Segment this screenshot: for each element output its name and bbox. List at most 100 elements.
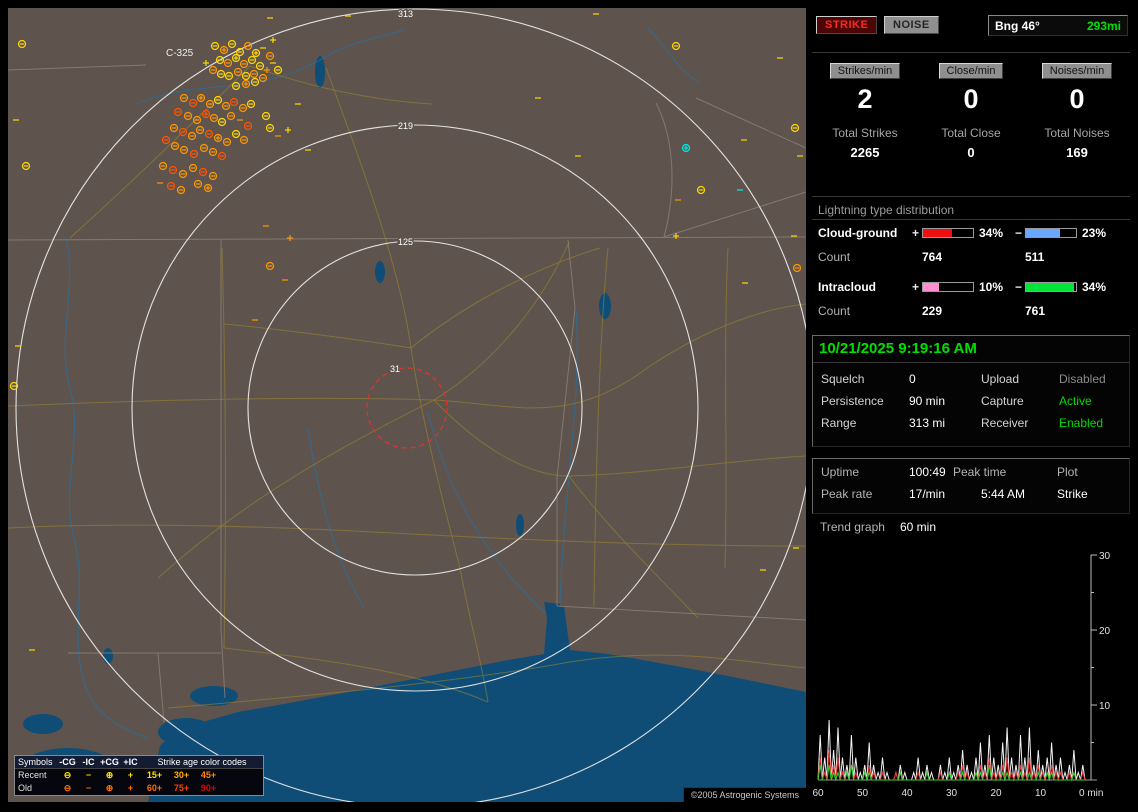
x-tick-label: 60 [812,788,824,799]
ic-plus-pct: 10% [979,280,1004,294]
close-per-min-column: Close/min 0 Total Close 0 [918,63,1024,160]
distribution-title: Lightning type distribution [818,203,955,217]
copyright: ©2005 Astrogenic Systems [682,787,806,802]
cg-plus-bar [922,228,974,238]
capture-status: Active [1059,394,1092,408]
range-ring-label: 313 [398,9,413,19]
minus-sign: − [1015,226,1023,240]
uptime-label: Uptime [821,465,860,479]
noises-per-min-column: Noises/min 0 Total Noises 169 [1024,63,1130,160]
total-noises-label: Total Noises [1044,126,1110,140]
datetime: 10/21/2025 9:19:16 AM [819,340,977,357]
intracloud-label: Intracloud [818,280,877,294]
minus-icon: − [85,783,92,793]
legend-symbols-label: Symbols [18,756,53,767]
settings-row: Range 313 mi Receiver Enabled [813,416,1129,434]
x-tick-label: 20 [990,788,1002,799]
circle-minus-icon: ⊖ [63,770,72,780]
cg-minus-pct: 23% [1082,226,1107,240]
upload-label: Upload [981,372,1020,386]
total-strikes-label: Total Strikes [832,126,898,140]
squelch-label: Squelch [821,372,865,386]
cloud-ground-row: Cloud-ground + 34% − 23% [812,226,1130,242]
peak-rate-value: 17/min [909,487,946,501]
age-30: 30+ [173,770,190,780]
x-tick-label: 30 [946,788,958,799]
x-tick-label: 0 min [1079,788,1103,799]
squelch-value: 0 [909,372,916,386]
strikes-per-min-column: Strikes/min 2 Total Strikes 2265 [812,63,918,160]
minus-sign: − [1015,280,1023,294]
age-75: 75+ [173,783,190,793]
ic-minus-pct: 34% [1082,280,1107,294]
circle-plus-icon: ⊕ [105,783,114,793]
divider [812,219,1130,220]
bearing-value: Bng 46° [995,18,1040,33]
noises-per-min-header[interactable]: Noises/min [1041,63,1113,79]
intracloud-count-row: Count 229 761 [812,304,1130,320]
age-15: 15+ [146,770,163,780]
capture-label: Capture [981,394,1024,408]
minus-icon: − [85,770,92,780]
count-label: Count [818,250,851,264]
close-per-min-value: 0 [963,84,979,114]
strikes-per-min-value: 2 [857,84,873,114]
settings-row: Persistence 90 min Capture Active [813,394,1129,412]
cloud-ground-label: Cloud-ground [818,226,898,240]
plus-sign: + [912,280,920,294]
range-value: 313 mi [909,416,946,430]
bearing-display: Bng 46° 293mi [988,15,1128,36]
cluster-label: C-325 [166,48,194,59]
legend-age-title: Strike age color codes [157,756,247,767]
stats-row: Peak rate 17/min 5:44 AM Strike [813,487,1129,505]
range-ring-label: 219 [398,121,413,131]
receiver-status: Enabled [1059,416,1104,430]
intracloud-row: Intracloud + 10% − 34% [812,280,1130,296]
divider [812,196,1130,197]
noises-per-min-value: 0 [1069,84,1085,114]
cg-plus-pct: 34% [979,226,1004,240]
peak-time-label: Peak time [953,465,1007,479]
legend-col-nic: -IC [82,756,95,767]
persistence-label: Persistence [821,394,884,408]
age-60: 60+ [146,783,163,793]
ic-minus-count: 761 [1025,304,1046,318]
noise-indicator-button[interactable]: NOISE [884,16,939,34]
plus-icon: + [127,783,134,793]
total-close-label: Total Close [941,126,1001,140]
cloud-ground-count-row: Count 764 511 [812,250,1130,266]
total-strikes-value: 2265 [850,145,880,160]
ic-plus-count: 229 [922,304,943,318]
settings-row: Squelch 0 Upload Disabled [813,372,1129,390]
peak-rate-label: Peak rate [821,487,873,501]
uptime-value: 100:49 [909,465,946,479]
map-canvas: 313 219 125 31 C-325 [8,8,806,802]
close-per-min-header[interactable]: Close/min [938,63,1004,79]
y-tick-label: 20 [1099,626,1111,637]
legend-old-label: Old [18,783,33,793]
map-legend: Symbols -CG -IC +CG +IC Strike age color… [14,755,264,796]
y-tick-label: 10 [1099,701,1111,712]
ic-plus-bar [922,282,974,292]
upload-status: Disabled [1059,372,1106,386]
x-tick-label: 50 [857,788,869,799]
plot-value: Strike [1057,487,1088,501]
plot-label: Plot [1057,465,1078,479]
radar-map[interactable]: 313 219 125 31 C-325 Symbols -CG -IC +CG +IC… [8,8,806,802]
circle-minus-icon: ⊖ [63,783,72,793]
strike-indicator-button[interactable]: STRIKE [816,16,878,34]
bearing-range: 293mi [1086,18,1121,33]
strikes-per-min-header[interactable]: Strikes/min [829,63,901,79]
range-ring-label: 31 [390,364,400,374]
x-tick-label: 10 [1035,788,1047,799]
divider [813,362,1129,363]
cg-minus-bar [1025,228,1077,238]
rate-counters: Strikes/min 2 Total Strikes 2265 Close/m… [812,63,1130,160]
age-45: 45+ [200,770,217,780]
stats-row: Uptime 100:49 Peak time Plot [813,465,1129,483]
receiver-label: Receiver [981,416,1029,430]
cg-plus-count: 764 [922,250,943,264]
range-ring-label: 125 [398,237,413,247]
total-close-value: 0 [967,145,975,160]
range-label: Range [821,416,857,430]
